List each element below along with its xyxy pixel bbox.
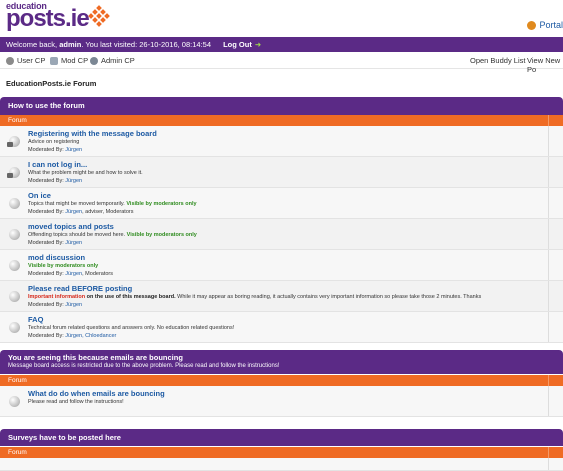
moderator-link[interactable]: Jürgen xyxy=(65,271,82,277)
forum-description: Offending topics should be moved here. V… xyxy=(28,232,197,238)
moderators: Moderated By: Jürgen xyxy=(28,240,83,246)
logout-arrow-icon: ➜ xyxy=(254,40,262,49)
forum-title: EducationPosts.ie Forum xyxy=(6,79,97,88)
moderator-link[interactable]: Jürgen xyxy=(65,302,82,308)
forum-status-icon xyxy=(9,198,20,209)
moderators: Moderated By: Jürgen xyxy=(28,147,83,153)
forum-description: Visible by moderators only xyxy=(28,263,99,269)
forum-title-link[interactable]: I can not log in... xyxy=(28,160,87,169)
column-divider xyxy=(548,312,549,342)
column-header-forum: Forum xyxy=(0,375,563,386)
category-description: Message board access is restricted due t… xyxy=(8,363,280,369)
column-divider xyxy=(548,219,549,249)
forum-status-icon xyxy=(7,136,20,147)
column-divider xyxy=(548,157,549,187)
forum-description: Technical forum related questions and an… xyxy=(28,325,235,331)
forum-row[interactable]: FAQ Technical forum related questions and… xyxy=(0,312,563,343)
forum-status-icon xyxy=(9,229,20,240)
forum-status-icon xyxy=(9,322,20,333)
moderator-link[interactable]: Jürgen, Chloedancer xyxy=(65,333,116,339)
view-new-posts-link[interactable]: View New Po xyxy=(527,56,563,74)
moderator-link[interactable]: Jürgen xyxy=(65,147,82,153)
forum-title-link[interactable]: FAQ xyxy=(28,315,43,324)
forum-row[interactable]: I can not log in... What the problem migh… xyxy=(0,157,563,188)
category-title[interactable]: Surveys have to be posted here xyxy=(0,429,563,446)
forum-row[interactable]: Registering with the message board Advice… xyxy=(0,126,563,157)
forum-status-icon xyxy=(9,260,20,271)
moderators: Moderated By: Jürgen, adviser, Moderator… xyxy=(28,209,134,215)
moderator-link[interactable]: Jürgen xyxy=(65,240,82,246)
forum-title-link[interactable]: mod discussion xyxy=(28,253,85,262)
logo-dots-icon xyxy=(88,5,110,27)
username[interactable]: admin xyxy=(59,40,81,49)
moderator-link[interactable]: Jürgen xyxy=(65,178,82,184)
forum-row[interactable]: What do do when emails are bouncing Pleas… xyxy=(0,386,563,417)
portal-link[interactable]: Portal xyxy=(527,20,563,30)
category-surveys: Surveys have to be posted here Forum xyxy=(0,429,563,471)
mod-icon xyxy=(50,56,58,65)
mod-cp-link[interactable]: Mod CP xyxy=(50,56,88,65)
forum-description: What the problem might be and how to sol… xyxy=(28,170,143,176)
welcome-text: Welcome back, admin. You last visited: 2… xyxy=(6,40,211,49)
portal-label: Portal xyxy=(539,20,563,30)
toolbar: User CP Mod CP Admin CP Open Buddy List … xyxy=(0,54,563,74)
forum-row[interactable]: On ice Topics that might be moved tempora… xyxy=(0,188,563,219)
category-title[interactable]: You are seeing this because emails are b… xyxy=(0,350,563,374)
forum-description: Important information on the use of this… xyxy=(28,294,482,300)
column-divider xyxy=(548,188,549,218)
moderator-link[interactable]: Jürgen xyxy=(65,209,82,215)
column-divider xyxy=(548,126,549,156)
forum-status-icon xyxy=(9,291,20,302)
category-title[interactable]: How to use the forum xyxy=(0,97,563,115)
admin-icon xyxy=(90,56,98,65)
moderators: Moderated By: Jürgen xyxy=(28,302,83,308)
forum-list: Registering with the message board Advice… xyxy=(0,126,563,343)
admin-cp-link[interactable]: Admin CP xyxy=(90,56,135,65)
user-icon xyxy=(6,56,14,65)
forum-title-link[interactable]: Please read BEFORE posting xyxy=(28,284,132,293)
forum-row[interactable] xyxy=(0,458,563,471)
open-buddy-list-link[interactable]: Open Buddy List xyxy=(470,56,525,65)
moderators: Moderated By: Jürgen, Moderators xyxy=(28,271,113,277)
forum-row[interactable]: moved topics and posts Offending topics s… xyxy=(0,219,563,250)
user-cp-link[interactable]: User CP xyxy=(6,56,45,65)
forum-title-link[interactable]: On ice xyxy=(28,191,51,200)
forum-list: What do do when emails are bouncing Pleas… xyxy=(0,386,563,417)
column-divider xyxy=(548,250,549,280)
logout-link[interactable]: Log Out xyxy=(223,40,252,49)
admin-cp-label: Admin CP xyxy=(101,56,135,65)
welcome-bar: Welcome back, admin. You last visited: 2… xyxy=(0,37,563,52)
forum-description: Advice on registering xyxy=(28,139,80,145)
forum-status-icon xyxy=(9,396,20,407)
category-how-to-use: How to use the forum Forum Registering w… xyxy=(0,97,563,343)
category-emails-bouncing: You are seeing this because emails are b… xyxy=(0,350,563,417)
column-divider xyxy=(548,386,549,416)
forum-title-link[interactable]: moved topics and posts xyxy=(28,222,114,231)
forum-description: Topics that might be moved temporarily. … xyxy=(28,201,197,207)
moderators: Moderated By: Jürgen xyxy=(28,178,83,184)
portal-icon xyxy=(527,20,537,30)
column-divider xyxy=(548,281,549,311)
column-header-forum: Forum xyxy=(0,115,563,126)
moderators: Moderated By: Jürgen, Chloedancer xyxy=(28,333,117,339)
forum-description: Please read and follow the instructions! xyxy=(28,399,124,405)
logo-main-text: posts.ie xyxy=(6,5,90,32)
user-cp-label: User CP xyxy=(17,56,46,65)
forum-title-link[interactable]: Registering with the message board xyxy=(28,129,157,138)
forum-status-icon xyxy=(7,167,20,178)
column-header-forum: Forum xyxy=(0,447,563,458)
forum-row[interactable]: Please read BEFORE posting Important info… xyxy=(0,281,563,312)
mod-cp-label: Mod CP xyxy=(61,56,89,65)
forum-title-link[interactable]: What do do when emails are bouncing xyxy=(28,389,165,398)
forum-row[interactable]: mod discussion Visible by moderators only… xyxy=(0,250,563,281)
